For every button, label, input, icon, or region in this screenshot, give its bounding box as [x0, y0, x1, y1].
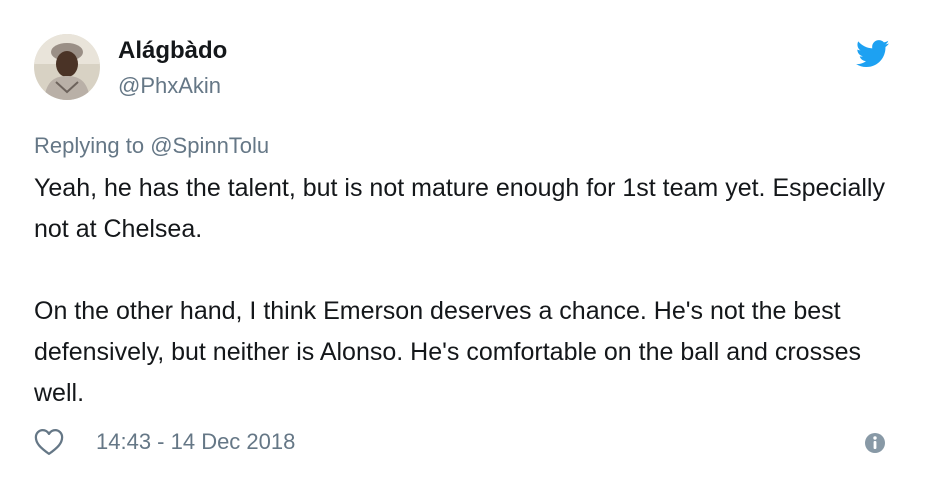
timestamp[interactable]: 14:43 - 14 Dec 2018 [96, 428, 295, 456]
info-icon[interactable] [864, 432, 886, 454]
avatar[interactable] [34, 34, 100, 100]
tweet-paragraph: On the other hand, I think Emerson deser… [34, 297, 861, 407]
tweet-footer: 14:43 - 14 Dec 2018 [34, 424, 894, 460]
tweet-paragraph: Yeah, he has the talent, but is not matu… [34, 174, 885, 243]
mention-link[interactable]: @SpinnTolu [150, 133, 269, 158]
twitter-bird-icon[interactable] [855, 40, 890, 68]
tweet-text: Yeah, he has the talent, but is not matu… [34, 168, 904, 414]
replying-to: Replying to @SpinnTolu [34, 132, 269, 160]
display-name[interactable]: Alágbàdo [118, 36, 227, 66]
heart-icon[interactable] [34, 428, 64, 456]
tweet-card: Alágbàdo @PhxAkin Replying to @SpinnTolu… [0, 0, 926, 478]
user-handle[interactable]: @PhxAkin [118, 72, 221, 100]
replying-to-label: Replying to [34, 133, 145, 158]
